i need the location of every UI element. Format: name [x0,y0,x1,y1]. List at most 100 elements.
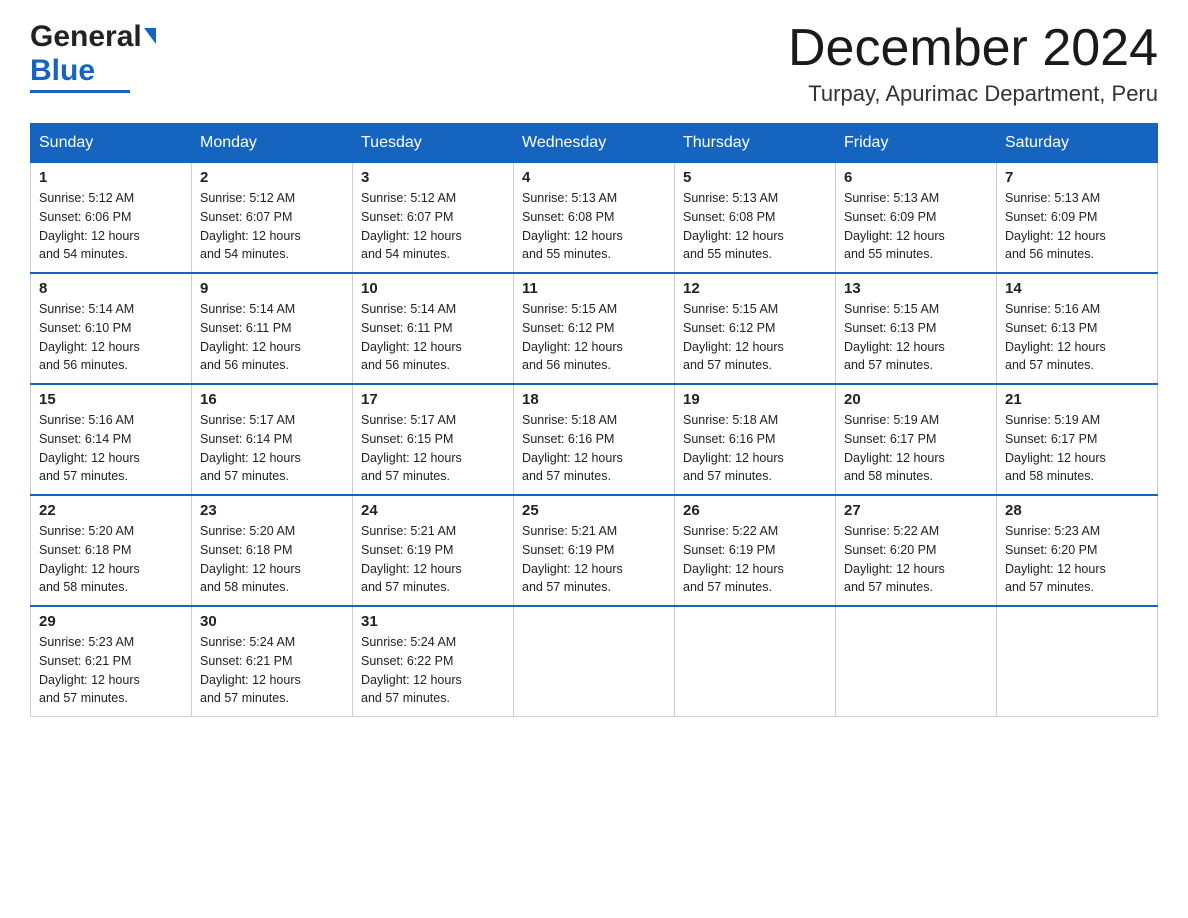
calendar-cell: 15 Sunrise: 5:16 AMSunset: 6:14 PMDaylig… [31,384,192,495]
calendar-cell: 18 Sunrise: 5:18 AMSunset: 6:16 PMDaylig… [514,384,675,495]
calendar-cell: 30 Sunrise: 5:24 AMSunset: 6:21 PMDaylig… [192,606,353,717]
day-number: 23 [200,502,344,519]
calendar-cell: 21 Sunrise: 5:19 AMSunset: 6:17 PMDaylig… [997,384,1158,495]
day-info: Sunrise: 5:18 AMSunset: 6:16 PMDaylight:… [522,413,623,483]
day-info: Sunrise: 5:12 AMSunset: 6:07 PMDaylight:… [200,191,301,261]
day-number: 16 [200,391,344,408]
day-info: Sunrise: 5:14 AMSunset: 6:11 PMDaylight:… [200,302,301,372]
day-number: 10 [361,280,505,297]
calendar-cell: 17 Sunrise: 5:17 AMSunset: 6:15 PMDaylig… [353,384,514,495]
day-info: Sunrise: 5:23 AMSunset: 6:20 PMDaylight:… [1005,524,1106,594]
col-header-monday: Monday [192,124,353,163]
col-header-thursday: Thursday [675,124,836,163]
day-number: 20 [844,391,988,408]
day-info: Sunrise: 5:15 AMSunset: 6:13 PMDaylight:… [844,302,945,372]
calendar-cell: 8 Sunrise: 5:14 AMSunset: 6:10 PMDayligh… [31,273,192,384]
day-info: Sunrise: 5:18 AMSunset: 6:16 PMDaylight:… [683,413,784,483]
location-title: Turpay, Apurimac Department, Peru [788,81,1158,107]
day-info: Sunrise: 5:13 AMSunset: 6:09 PMDaylight:… [1005,191,1106,261]
day-info: Sunrise: 5:19 AMSunset: 6:17 PMDaylight:… [1005,413,1106,483]
day-number: 18 [522,391,666,408]
col-header-friday: Friday [836,124,997,163]
calendar-cell [997,606,1158,717]
logo-blue-text: Blue [30,54,95,87]
calendar-cell: 11 Sunrise: 5:15 AMSunset: 6:12 PMDaylig… [514,273,675,384]
day-info: Sunrise: 5:23 AMSunset: 6:21 PMDaylight:… [39,635,140,705]
calendar-cell [836,606,997,717]
day-number: 5 [683,169,827,186]
logo-arrow-icon [144,28,156,44]
calendar-week-row: 1 Sunrise: 5:12 AMSunset: 6:06 PMDayligh… [31,163,1158,274]
calendar-week-row: 22 Sunrise: 5:20 AMSunset: 6:18 PMDaylig… [31,495,1158,606]
calendar-cell: 13 Sunrise: 5:15 AMSunset: 6:13 PMDaylig… [836,273,997,384]
day-number: 2 [200,169,344,186]
calendar-cell: 7 Sunrise: 5:13 AMSunset: 6:09 PMDayligh… [997,163,1158,274]
calendar-week-row: 8 Sunrise: 5:14 AMSunset: 6:10 PMDayligh… [31,273,1158,384]
day-number: 21 [1005,391,1149,408]
day-number: 31 [361,613,505,630]
day-number: 11 [522,280,666,297]
calendar-cell: 22 Sunrise: 5:20 AMSunset: 6:18 PMDaylig… [31,495,192,606]
day-info: Sunrise: 5:21 AMSunset: 6:19 PMDaylight:… [522,524,623,594]
calendar-cell: 14 Sunrise: 5:16 AMSunset: 6:13 PMDaylig… [997,273,1158,384]
calendar-cell: 19 Sunrise: 5:18 AMSunset: 6:16 PMDaylig… [675,384,836,495]
calendar-cell: 25 Sunrise: 5:21 AMSunset: 6:19 PMDaylig… [514,495,675,606]
col-header-sunday: Sunday [31,124,192,163]
day-number: 4 [522,169,666,186]
calendar-cell: 16 Sunrise: 5:17 AMSunset: 6:14 PMDaylig… [192,384,353,495]
calendar-week-row: 15 Sunrise: 5:16 AMSunset: 6:14 PMDaylig… [31,384,1158,495]
calendar-cell: 9 Sunrise: 5:14 AMSunset: 6:11 PMDayligh… [192,273,353,384]
day-info: Sunrise: 5:21 AMSunset: 6:19 PMDaylight:… [361,524,462,594]
calendar-cell: 3 Sunrise: 5:12 AMSunset: 6:07 PMDayligh… [353,163,514,274]
col-header-saturday: Saturday [997,124,1158,163]
day-info: Sunrise: 5:17 AMSunset: 6:15 PMDaylight:… [361,413,462,483]
logo-general-text: General [30,20,142,54]
calendar-cell [514,606,675,717]
calendar-cell: 29 Sunrise: 5:23 AMSunset: 6:21 PMDaylig… [31,606,192,717]
day-info: Sunrise: 5:20 AMSunset: 6:18 PMDaylight:… [200,524,301,594]
day-info: Sunrise: 5:12 AMSunset: 6:07 PMDaylight:… [361,191,462,261]
day-number: 22 [39,502,183,519]
day-info: Sunrise: 5:19 AMSunset: 6:17 PMDaylight:… [844,413,945,483]
col-header-tuesday: Tuesday [353,124,514,163]
calendar-cell: 23 Sunrise: 5:20 AMSunset: 6:18 PMDaylig… [192,495,353,606]
calendar-cell: 10 Sunrise: 5:14 AMSunset: 6:11 PMDaylig… [353,273,514,384]
calendar-cell: 2 Sunrise: 5:12 AMSunset: 6:07 PMDayligh… [192,163,353,274]
day-number: 24 [361,502,505,519]
calendar-cell [675,606,836,717]
day-number: 28 [1005,502,1149,519]
day-number: 14 [1005,280,1149,297]
col-header-wednesday: Wednesday [514,124,675,163]
calendar-cell: 1 Sunrise: 5:12 AMSunset: 6:06 PMDayligh… [31,163,192,274]
day-info: Sunrise: 5:14 AMSunset: 6:10 PMDaylight:… [39,302,140,372]
calendar-cell: 27 Sunrise: 5:22 AMSunset: 6:20 PMDaylig… [836,495,997,606]
day-number: 13 [844,280,988,297]
calendar-cell: 26 Sunrise: 5:22 AMSunset: 6:19 PMDaylig… [675,495,836,606]
day-info: Sunrise: 5:13 AMSunset: 6:08 PMDaylight:… [683,191,784,261]
day-number: 19 [683,391,827,408]
day-number: 30 [200,613,344,630]
day-info: Sunrise: 5:13 AMSunset: 6:08 PMDaylight:… [522,191,623,261]
logo-underline [30,90,130,93]
day-number: 8 [39,280,183,297]
calendar-cell: 24 Sunrise: 5:21 AMSunset: 6:19 PMDaylig… [353,495,514,606]
day-info: Sunrise: 5:22 AMSunset: 6:20 PMDaylight:… [844,524,945,594]
day-info: Sunrise: 5:22 AMSunset: 6:19 PMDaylight:… [683,524,784,594]
day-number: 7 [1005,169,1149,186]
calendar-cell: 31 Sunrise: 5:24 AMSunset: 6:22 PMDaylig… [353,606,514,717]
day-number: 12 [683,280,827,297]
day-number: 3 [361,169,505,186]
calendar-week-row: 29 Sunrise: 5:23 AMSunset: 6:21 PMDaylig… [31,606,1158,717]
calendar-cell: 28 Sunrise: 5:23 AMSunset: 6:20 PMDaylig… [997,495,1158,606]
calendar-cell: 6 Sunrise: 5:13 AMSunset: 6:09 PMDayligh… [836,163,997,274]
calendar-cell: 20 Sunrise: 5:19 AMSunset: 6:17 PMDaylig… [836,384,997,495]
day-number: 1 [39,169,183,186]
day-number: 27 [844,502,988,519]
day-info: Sunrise: 5:12 AMSunset: 6:06 PMDaylight:… [39,191,140,261]
day-info: Sunrise: 5:16 AMSunset: 6:13 PMDaylight:… [1005,302,1106,372]
day-info: Sunrise: 5:17 AMSunset: 6:14 PMDaylight:… [200,413,301,483]
day-number: 9 [200,280,344,297]
day-info: Sunrise: 5:24 AMSunset: 6:22 PMDaylight:… [361,635,462,705]
calendar-cell: 12 Sunrise: 5:15 AMSunset: 6:12 PMDaylig… [675,273,836,384]
day-info: Sunrise: 5:14 AMSunset: 6:11 PMDaylight:… [361,302,462,372]
